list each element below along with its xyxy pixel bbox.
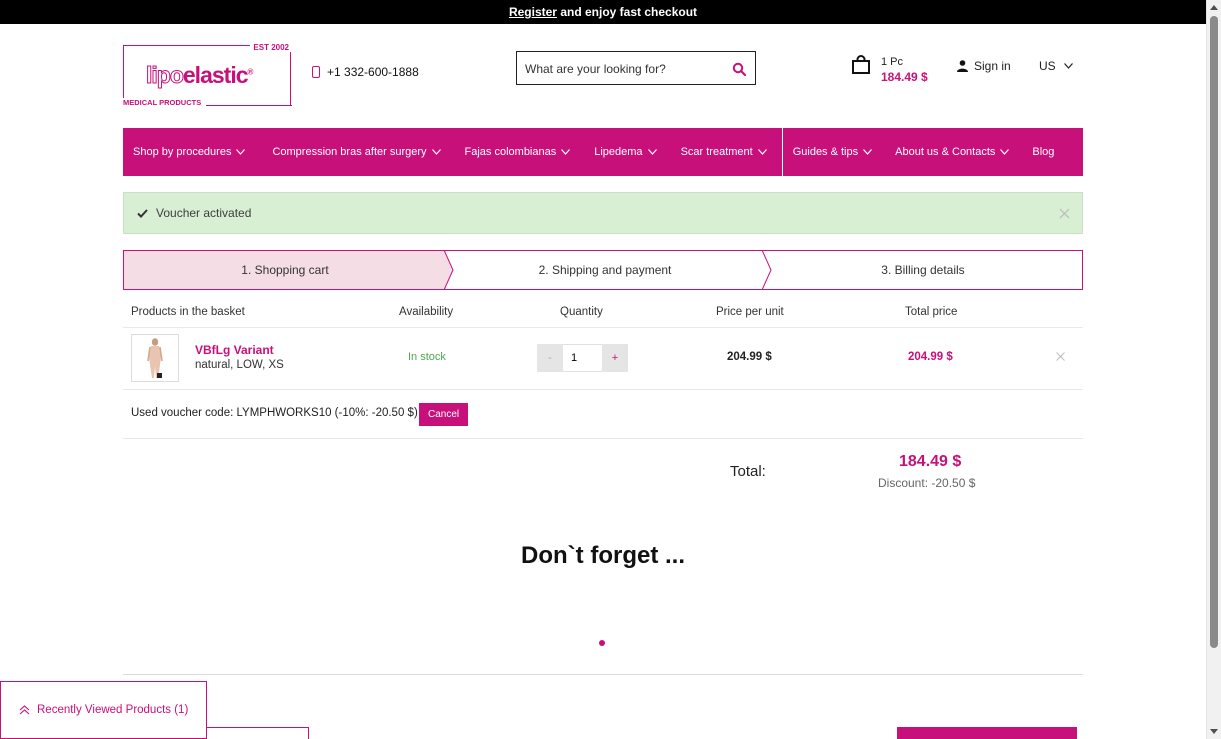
quantity-input[interactable] bbox=[563, 344, 602, 372]
close-icon[interactable] bbox=[1059, 208, 1070, 219]
sign-in-link[interactable]: Sign in bbox=[957, 59, 1011, 73]
recently-viewed-toggle[interactable]: Recently Viewed Products (1) bbox=[0, 681, 207, 739]
quantity-increase-button[interactable]: + bbox=[602, 344, 628, 372]
nav-item-about-us-contacts[interactable]: About us & Contacts bbox=[895, 128, 1010, 176]
phone-number: +1 332-600-1888 bbox=[327, 65, 419, 79]
voucher-row: Used voucher code: LYMPHWORKS10 (-10%: -… bbox=[123, 390, 1083, 439]
checkmark-icon bbox=[137, 208, 148, 218]
nav-divider bbox=[781, 128, 783, 176]
cart-item-count: 1 Pc bbox=[881, 56, 904, 68]
nav-item-blog[interactable]: Blog bbox=[1032, 128, 1054, 176]
continue-shopping-button-partial[interactable] bbox=[206, 727, 309, 739]
col-availability: Availability bbox=[399, 306, 454, 318]
nav-item-lipedema[interactable]: Lipedema bbox=[594, 128, 657, 176]
unit-price: 204.99 $ bbox=[727, 351, 772, 363]
availability-status: In stock bbox=[408, 351, 446, 363]
chevron-down-icon bbox=[236, 149, 246, 155]
total-label: Total: bbox=[730, 463, 766, 480]
nav-item-compression-bras[interactable]: Compression bras after surgery bbox=[272, 128, 441, 176]
nav-item-fajas-colombianas[interactable]: Fajas colombianas bbox=[465, 128, 571, 176]
sign-in-label: Sign in bbox=[974, 59, 1011, 73]
scroll-up-arrow-icon[interactable] bbox=[1210, 5, 1218, 10]
announcement-text: and enjoy fast checkout bbox=[556, 5, 698, 19]
checkout-steps: 1. Shopping cart 2. Shipping and payment… bbox=[123, 250, 1083, 290]
chevron-down-icon bbox=[1000, 149, 1010, 155]
page-scrollbar[interactable] bbox=[1206, 0, 1221, 739]
chevron-down-icon bbox=[757, 149, 767, 155]
main-navigation: Shop by procedures Compression bras afte… bbox=[123, 128, 1083, 176]
quantity-stepper: - + bbox=[537, 344, 630, 372]
search-icon[interactable] bbox=[732, 62, 746, 76]
register-link[interactable]: Register bbox=[509, 5, 557, 19]
cart-item-row: VBfLg Variant natural, LOW, XS In stock … bbox=[123, 328, 1083, 390]
product-name-link[interactable]: VBfLg Variant bbox=[195, 343, 274, 357]
logo-est-text: EST 2002 bbox=[250, 43, 292, 52]
step-shopping-cart[interactable]: 1. Shopping cart bbox=[124, 251, 446, 289]
double-chevron-up-icon bbox=[19, 705, 30, 715]
col-quantity: Quantity bbox=[560, 306, 603, 318]
chevron-down-icon bbox=[431, 149, 441, 155]
product-options: natural, LOW, XS bbox=[195, 359, 284, 371]
quantity-decrease-button[interactable]: - bbox=[537, 344, 563, 372]
scroll-down-arrow-icon[interactable] bbox=[1210, 729, 1218, 734]
chevron-down-icon bbox=[1063, 63, 1073, 69]
alert-message: Voucher activated bbox=[156, 206, 252, 220]
total-value: 184.49 $ bbox=[899, 453, 962, 470]
cart-table-header: Products in the basket Availability Quan… bbox=[123, 300, 1083, 328]
site-logo[interactable]: EST 2002 lipoelastic® MEDICAL PRODUCTS bbox=[123, 43, 292, 107]
locale-label: US bbox=[1039, 59, 1056, 73]
shopping-bag-icon bbox=[852, 55, 870, 74]
remove-item-icon[interactable] bbox=[1056, 352, 1065, 361]
top-announcement-bar: Register and enjoy fast checkout bbox=[0, 0, 1206, 24]
locale-selector[interactable]: US bbox=[1039, 59, 1073, 73]
logo-wordmark: lipoelastic® bbox=[146, 62, 254, 89]
cancel-voucher-button[interactable]: Cancel bbox=[419, 403, 469, 426]
mini-cart[interactable]: 1 Pc 184.49 $ bbox=[851, 55, 928, 85]
nav-item-scar-treatment[interactable]: Scar treatment bbox=[681, 128, 767, 176]
chevron-down-icon bbox=[647, 149, 657, 155]
mobile-phone-icon bbox=[312, 66, 320, 78]
col-price-per-unit: Price per unit bbox=[716, 306, 784, 318]
line-total-price: 204.99 $ bbox=[908, 351, 953, 363]
cart-total-amount: 184.49 $ bbox=[881, 70, 928, 84]
search-box bbox=[516, 51, 756, 85]
scrollbar-thumb[interactable] bbox=[1210, 16, 1218, 648]
step-arrow-icon bbox=[762, 250, 772, 290]
dont-forget-heading: Don`t forget ... bbox=[521, 542, 685, 569]
section-divider bbox=[123, 674, 1083, 675]
step-billing-details[interactable]: 3. Billing details bbox=[764, 251, 1082, 289]
recently-viewed-label: Recently Viewed Products (1) bbox=[37, 704, 189, 716]
search-input[interactable] bbox=[525, 60, 725, 78]
voucher-code-text: Used voucher code: LYMPHWORKS10 (-10%: -… bbox=[131, 407, 418, 419]
product-thumbnail[interactable] bbox=[131, 334, 179, 382]
voucher-success-alert: Voucher activated bbox=[123, 192, 1083, 234]
logo-underline bbox=[206, 104, 292, 106]
col-total-price: Total price bbox=[905, 306, 958, 318]
product-figure-image bbox=[147, 338, 163, 378]
nav-item-shop-by-procedures[interactable]: Shop by procedures bbox=[133, 128, 246, 176]
chevron-down-icon bbox=[561, 149, 571, 155]
chevron-down-icon bbox=[863, 149, 873, 155]
col-products: Products in the basket bbox=[131, 306, 245, 318]
step-shipping-payment[interactable]: 2. Shipping and payment bbox=[446, 251, 764, 289]
logo-subtitle: MEDICAL PRODUCTS bbox=[123, 98, 206, 107]
checkout-button-partial[interactable] bbox=[897, 727, 1077, 739]
discount-text: Discount: -20.50 $ bbox=[878, 476, 976, 490]
nav-item-guides-tips[interactable]: Guides & tips bbox=[793, 128, 873, 176]
phone-contact[interactable]: +1 332-600-1888 bbox=[312, 65, 419, 79]
step-arrow-icon bbox=[444, 250, 454, 290]
carousel-dot[interactable] bbox=[599, 640, 605, 646]
user-icon bbox=[957, 60, 968, 72]
